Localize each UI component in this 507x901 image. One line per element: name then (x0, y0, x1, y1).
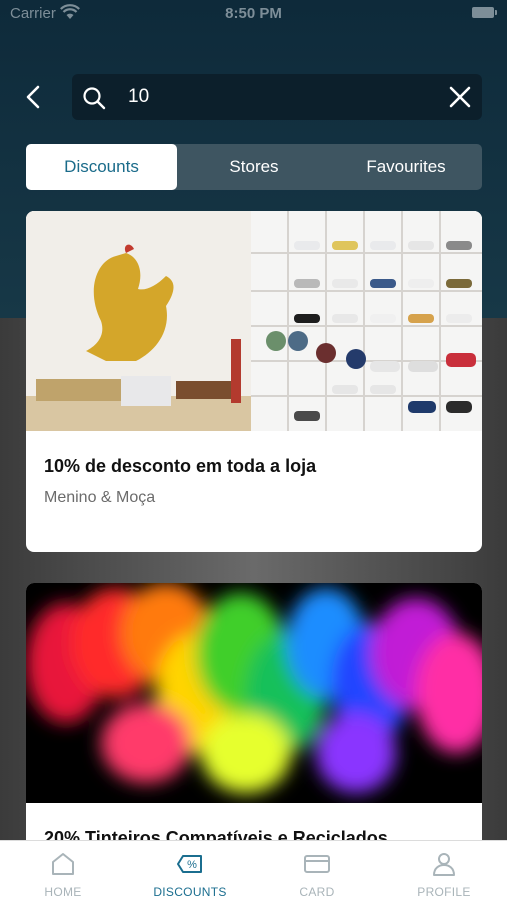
discount-title: 10% de desconto em toda a loja (44, 456, 317, 476)
store-image (26, 211, 482, 431)
card-icon (304, 855, 330, 873)
tab-profile-label: PROFILE (417, 885, 471, 899)
tab-favourites[interactable]: Favourites (330, 144, 482, 190)
search-box[interactable] (72, 74, 482, 120)
search-input[interactable] (128, 84, 428, 110)
discount-card[interactable]: 10% de desconto em toda a loja Menino & … (26, 211, 482, 552)
discount-tag-icon: % (177, 855, 202, 873)
profile-icon (433, 853, 455, 876)
svg-text:%: % (187, 859, 197, 871)
status-bar: Carrier 8:50 PM (0, 0, 507, 28)
discount-card[interactable]: 20% Tinteiros Compatíveis e Reciclados (26, 583, 482, 883)
close-icon (449, 86, 471, 108)
tab-discounts-nav[interactable]: % DISCOUNTS (127, 841, 253, 901)
tab-profile[interactable]: PROFILE (381, 841, 507, 901)
tab-card[interactable]: CARD (254, 841, 380, 901)
status-time: 8:50 PM (225, 5, 282, 22)
home-icon (52, 853, 74, 875)
tab-home[interactable]: HOME (0, 841, 126, 901)
discount-image (26, 583, 482, 803)
store-name: Menino & Moça (44, 489, 156, 506)
clear-search-button[interactable] (448, 85, 472, 109)
tab-home-label: HOME (44, 885, 82, 899)
tab-stores[interactable]: Stores (178, 144, 330, 190)
tab-discounts-label: DISCOUNTS (153, 885, 227, 899)
tab-discounts[interactable]: Discounts (26, 144, 177, 190)
back-button[interactable] (18, 82, 48, 112)
search-icon (83, 87, 106, 110)
battery-icon (472, 7, 497, 18)
tab-card-label: CARD (299, 885, 335, 899)
bottom-tab-bar: HOME % DISCOUNTS CARD PROFILE (0, 840, 507, 901)
segmented-control: Discounts Stores Favourites (26, 144, 482, 190)
chevron-left-icon (26, 85, 40, 109)
